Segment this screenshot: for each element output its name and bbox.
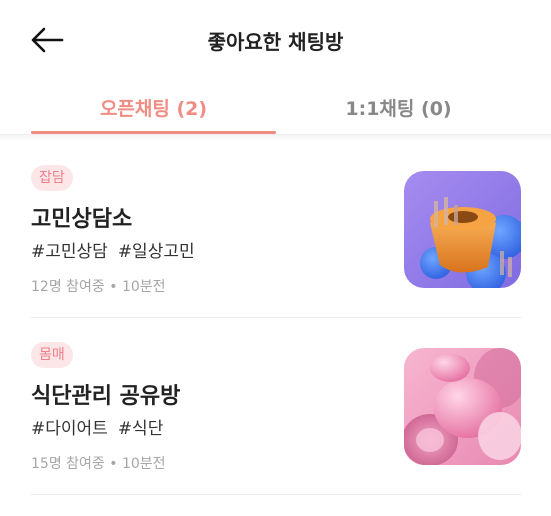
meta-separator: • [109,456,118,472]
hashtag: #다이어트 [31,419,108,439]
tab-open-chat[interactable]: 오픈채팅 (2) [31,94,276,134]
last-active-time: 10분전 [121,456,166,472]
meta-separator: • [109,279,118,295]
active-tab-indicator [31,131,276,134]
hashtag: #식단 [117,419,164,439]
chat-room-item[interactable]: 잡담 고민상담소 #고민상담 #일상고민 12명 참여중 • 10분전 [31,141,521,318]
category-badge: 잡담 [31,165,73,191]
abstract-3d-purple-orange-image [404,171,521,288]
page-title: 좋아요한 채팅방 [207,30,344,54]
participant-count: 12명 참여중 [31,279,105,295]
room-meta: 15명 참여중 • 10분전 [31,453,166,473]
hashtag: #일상고민 [117,242,195,262]
abstract-3d-pink-image [404,348,521,465]
participant-count: 15명 참여중 [31,456,105,472]
tab-direct-chat[interactable]: 1:1채팅 (0) [276,94,521,134]
room-thumbnail [404,348,521,465]
last-active-time: 10분전 [121,279,166,295]
tab-bar: 오픈채팅 (2) 1:1채팅 (0) [0,80,551,135]
room-tags: #고민상담 #일상고민 [31,237,205,262]
app-header: 좋아요한 채팅방 [0,0,551,80]
room-thumbnail [404,171,521,288]
chat-room-item[interactable]: 몸매 식단관리 공유방 #다이어트 #식단 15명 참여중 • 10분전 [31,318,521,495]
room-tags: #다이어트 #식단 [31,414,173,439]
room-title: 식단관리 공유방 [31,384,181,409]
room-meta: 12명 참여중 • 10분전 [31,276,166,296]
hashtag: #고민상담 [31,242,108,262]
room-title: 고민상담소 [31,207,133,232]
category-badge: 몸매 [31,342,73,368]
